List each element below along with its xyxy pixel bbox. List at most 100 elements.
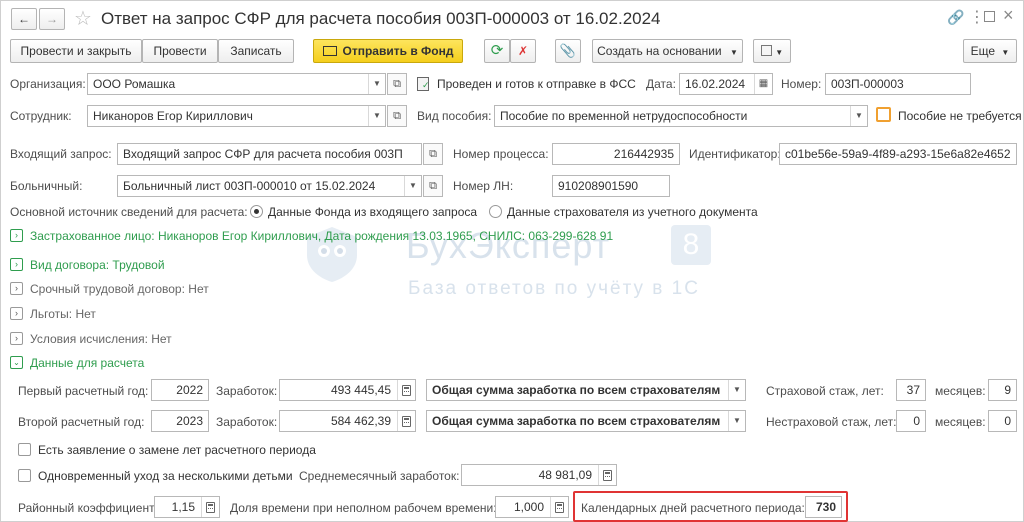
chevron-down-icon[interactable]: ▼ — [728, 411, 745, 431]
create-based-on-button[interactable]: Создать на основании ▼ — [592, 39, 743, 63]
first-year-field[interactable]: 2022 — [151, 379, 209, 401]
non-insurance-months-field[interactable]: 0 — [988, 410, 1017, 432]
source-employer-radio[interactable] — [489, 205, 502, 218]
caret-down-icon: ▼ — [729, 48, 738, 57]
calc-data-section[interactable]: Данные для расчета — [30, 356, 144, 370]
part-time-share-field[interactable]: 1,000 — [495, 496, 569, 518]
conditions-section[interactable]: Условия исчисления: Нет — [30, 332, 172, 346]
chevron-down-icon[interactable]: ▼ — [368, 74, 385, 94]
regional-coef-field[interactable]: 1,15 — [154, 496, 220, 518]
cancel-posting-icon: ✗ — [517, 44, 529, 58]
create-based-on-label: Создать на основании — [597, 44, 722, 58]
second-year-label: Второй расчетный год: — [18, 415, 145, 429]
send-to-fund-button[interactable]: Отправить в Фонд — [313, 39, 463, 63]
date-field[interactable]: 16.02.2024 ▦ — [679, 73, 773, 95]
ln-number-field[interactable]: 910208901590 — [552, 175, 670, 197]
avg-earnings-value: 48 981,09 — [538, 468, 592, 482]
open-form-icon: ⧉ — [429, 180, 437, 192]
replace-years-label: Есть заявление о замене лет расчетного п… — [38, 443, 316, 457]
contract-expand-icon[interactable]: › — [10, 258, 23, 271]
save-button[interactable]: Записать — [218, 39, 294, 63]
employee-open-button[interactable]: ⧉ — [387, 105, 407, 127]
non-insurance-years-field[interactable]: 0 — [896, 410, 926, 432]
chevron-down-icon[interactable]: ▼ — [728, 380, 745, 400]
incoming-request-field[interactable]: Входящий запрос СФР для расчета пособия … — [117, 143, 422, 165]
employee-field[interactable]: Никаноров Егор Кириллович ▼ — [87, 105, 386, 127]
chevron-down-icon[interactable]: ▼ — [404, 176, 421, 196]
link-icon[interactable]: 🔗 — [947, 9, 964, 26]
calculator-icon[interactable] — [201, 497, 219, 517]
refresh-button[interactable]: ⟳ — [484, 39, 510, 63]
benefit-not-required-label: Пособие не требуется — [898, 109, 1022, 123]
calculator-icon[interactable] — [397, 411, 415, 431]
process-number-field[interactable]: 216442935 — [552, 143, 680, 165]
checkmark-icon: ✓ — [422, 80, 430, 90]
post-and-close-button[interactable]: Провести и закрыть — [10, 39, 142, 63]
insurance-months-label: месяцев: — [935, 384, 986, 398]
benefit-not-required-checkbox[interactable] — [876, 107, 891, 122]
cancel-posting-button[interactable]: ✗ — [510, 39, 536, 63]
benefit-type-field[interactable]: Пособие по временной нетрудоспособности … — [494, 105, 868, 127]
calendar-days-field[interactable]: 730 — [805, 496, 842, 518]
favorite-star-icon[interactable]: ☆ — [74, 6, 92, 31]
print-icon — [760, 45, 772, 56]
ln-number-label: Номер ЛН: — [453, 179, 514, 193]
print-button[interactable]: ▼ — [753, 39, 791, 63]
organization-field[interactable]: ООО Ромашка ▼ — [87, 73, 386, 95]
back-button[interactable]: ← — [11, 8, 37, 30]
earnings-field-2[interactable]: 584 462,39 — [279, 410, 416, 432]
source-fund-radio[interactable] — [250, 205, 263, 218]
second-year-field[interactable]: 2023 — [151, 410, 209, 432]
conditions-expand-icon[interactable]: › — [10, 332, 23, 345]
regional-coef-value: 1,15 — [171, 500, 195, 514]
maximize-icon[interactable] — [984, 11, 995, 22]
caret-down-icon: ▼ — [1001, 48, 1010, 57]
forward-button[interactable]: → — [39, 8, 65, 30]
insured-person-expand-icon[interactable]: › — [10, 229, 23, 242]
calculator-icon[interactable] — [598, 465, 616, 485]
caret-down-icon: ▼ — [775, 48, 784, 57]
earnings-type-field-1[interactable]: Общая сумма заработка по всем страховате… — [426, 379, 746, 401]
number-field[interactable]: 003П-000003 — [825, 73, 971, 95]
watermark-brand-num: 8 — [682, 228, 700, 261]
fixed-term-expand-icon[interactable]: › — [10, 282, 23, 295]
close-icon[interactable]: × — [1003, 5, 1014, 26]
calendar-icon[interactable]: ▦ — [754, 74, 772, 94]
benefits-section[interactable]: Льготы: Нет — [30, 307, 96, 321]
organization-open-button[interactable]: ⧉ — [387, 73, 407, 95]
avg-earnings-field[interactable]: 48 981,09 — [461, 464, 617, 486]
benefits-expand-icon[interactable]: › — [10, 307, 23, 320]
chevron-down-icon[interactable]: ▼ — [850, 106, 867, 126]
fixed-term-section[interactable]: Срочный трудовой договор: Нет — [30, 282, 209, 296]
insurance-years-field[interactable]: 37 — [896, 379, 926, 401]
more-vertical-icon[interactable]: ⋮ — [969, 7, 985, 27]
sick-leave-field[interactable]: Больничный лист 003П-000010 от 15.02.202… — [117, 175, 422, 197]
non-insurance-months-label: месяцев: — [935, 415, 986, 429]
incoming-request-value: Входящий запрос СФР для расчета пособия … — [123, 147, 403, 161]
post-button[interactable]: Провести — [142, 39, 218, 63]
calculator-icon[interactable] — [550, 497, 568, 517]
earnings-type-field-2[interactable]: Общая сумма заработка по всем страховате… — [426, 410, 746, 432]
insured-person-section[interactable]: Застрахованное лицо: Никаноров Егор Кири… — [30, 229, 613, 243]
date-label: Дата: — [646, 77, 676, 91]
contract-section[interactable]: Вид договора: Трудовой — [30, 258, 165, 272]
earnings-field-1[interactable]: 493 445,45 — [279, 379, 416, 401]
first-year-label: Первый расчетный год: — [18, 384, 149, 398]
more-button[interactable]: Еще ▼ — [963, 39, 1017, 63]
watermark-tagline: База ответов по учёту в 1С — [408, 278, 700, 299]
calculator-icon[interactable] — [397, 380, 415, 400]
sick-leave-label: Больничный: — [10, 179, 83, 193]
chevron-down-icon[interactable]: ▼ — [368, 106, 385, 126]
number-label: Номер: — [781, 77, 822, 91]
attach-button[interactable]: 📎 — [555, 39, 581, 63]
send-to-fund-label: Отправить в Фонд — [342, 44, 454, 58]
insurance-months-field[interactable]: 9 — [988, 379, 1017, 401]
sick-leave-open-button[interactable]: ⧉ — [423, 175, 443, 197]
identifier-field[interactable]: c01be56e-59a9-4f89-a293-15e6a82e4652 — [779, 143, 1017, 165]
watermark-brand-badge: 8 — [671, 225, 711, 265]
incoming-request-open-button[interactable]: ⧉ — [423, 143, 443, 165]
replace-years-checkbox[interactable] — [18, 443, 31, 456]
calc-data-collapse-icon[interactable]: ⌄ — [10, 356, 23, 369]
multiple-children-checkbox[interactable] — [18, 469, 31, 482]
benefit-type-value: Пособие по временной нетрудоспособности — [500, 109, 748, 123]
